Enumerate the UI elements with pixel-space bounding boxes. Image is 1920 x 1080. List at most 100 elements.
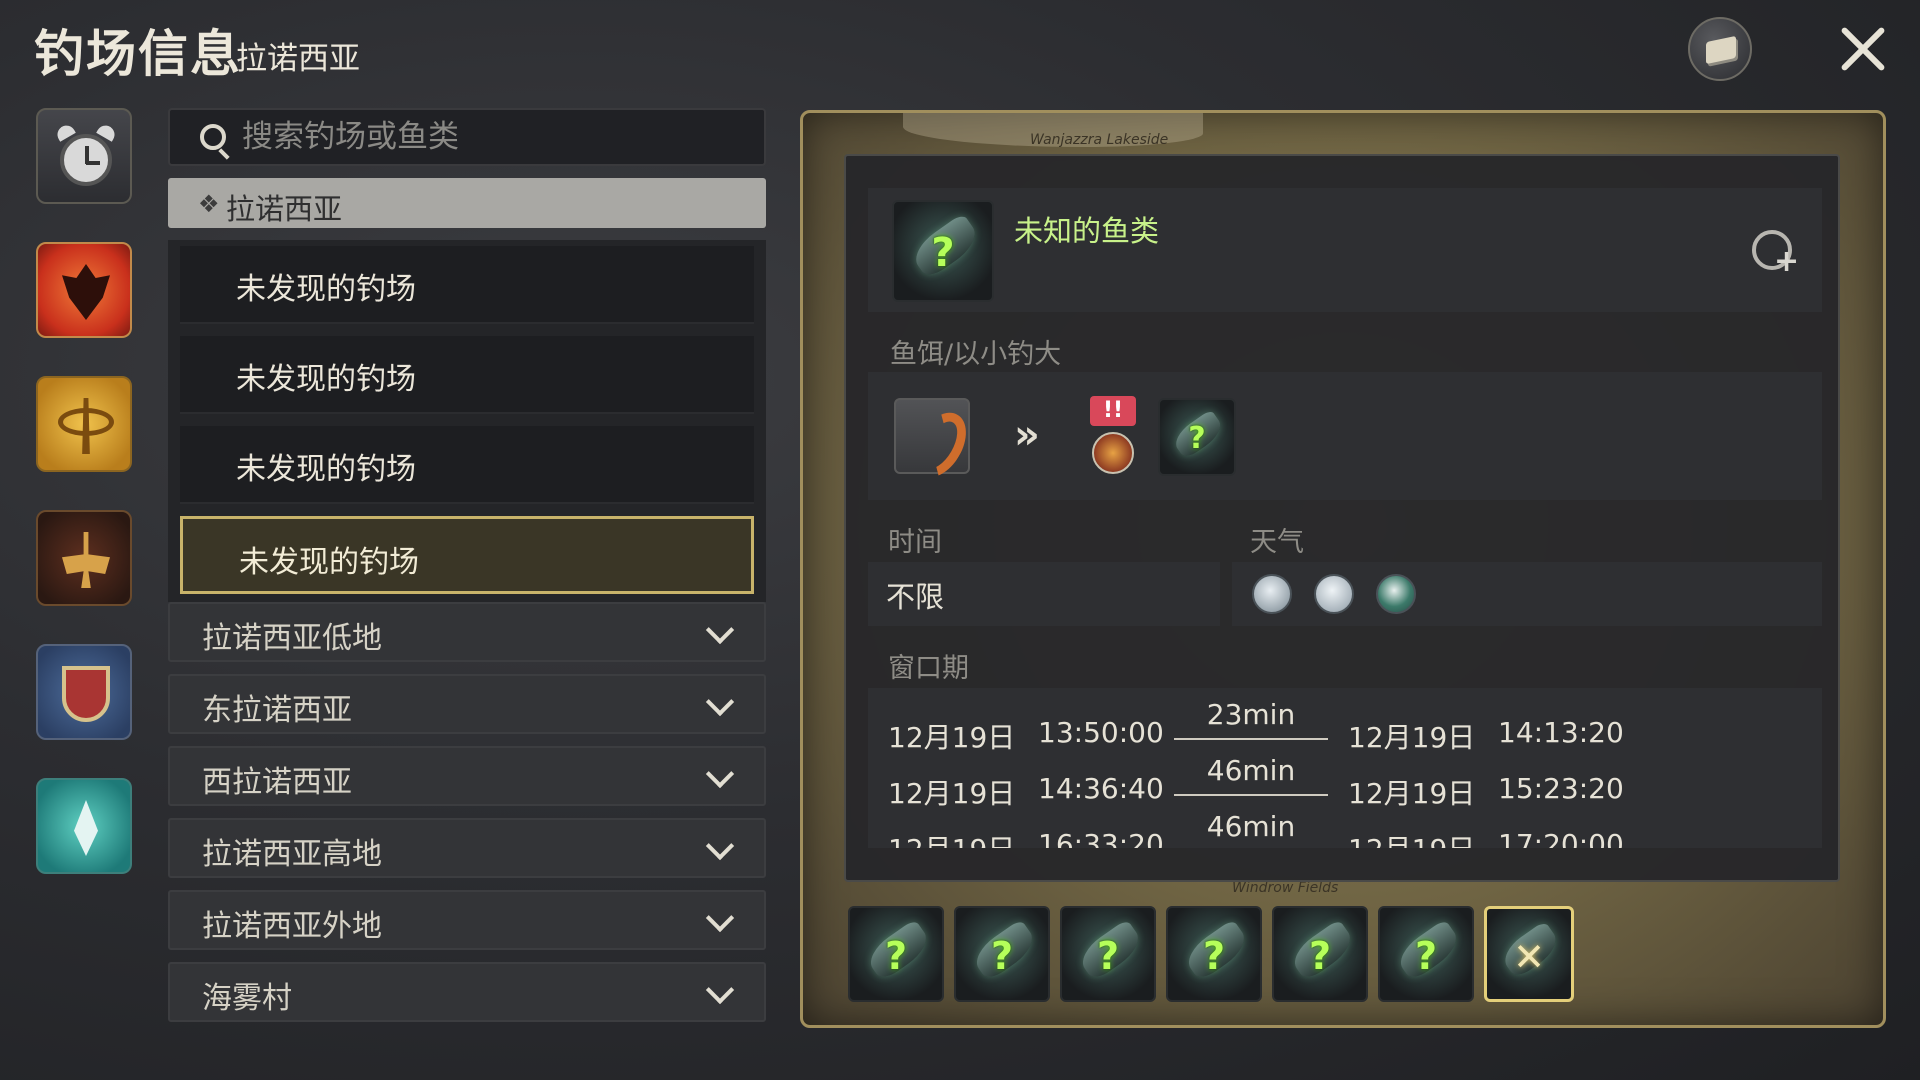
- fish-tile-mark: ?: [1096, 934, 1120, 978]
- start-time: 13:50:00: [1038, 716, 1164, 749]
- cloudy-icon: [1252, 574, 1292, 614]
- search-input[interactable]: [242, 110, 752, 164]
- chain-arrow-icon: »: [1014, 412, 1040, 458]
- region-marker-icon: ❖: [198, 190, 220, 218]
- chevron-down-icon: [705, 615, 735, 645]
- subregion-label: 拉诺西亚低地: [202, 621, 382, 656]
- chevron-down-icon: [705, 687, 735, 717]
- time-value: 不限: [886, 580, 945, 614]
- fish-header: [868, 188, 1822, 312]
- fish-tile[interactable]: ?: [1272, 906, 1368, 1002]
- end-time: 14:13:20: [1498, 716, 1624, 749]
- hookset-badge: !!: [1090, 396, 1136, 426]
- subregion-row[interactable]: 拉诺西亚高地: [168, 818, 766, 878]
- bait-chain-row: [868, 372, 1822, 500]
- clock-face: [60, 134, 112, 186]
- fish-tile[interactable]: ?: [1166, 906, 1262, 1002]
- subregion-row[interactable]: 拉诺西亚低地: [168, 602, 766, 662]
- end-time: 17:20:00: [1498, 828, 1624, 848]
- crest-emblem-ring: [58, 408, 114, 436]
- chevron-down-icon: [705, 975, 735, 1005]
- fishing-spot-item[interactable]: 未发现的钓场: [180, 336, 754, 414]
- fishing-spot-label: 未发现的钓场: [236, 362, 416, 397]
- crystal-icon[interactable]: [36, 778, 132, 874]
- fog-icon: [1314, 574, 1354, 614]
- end-date: 12月19日: [1348, 721, 1476, 754]
- book-icon[interactable]: [1688, 17, 1752, 81]
- window-row: 12月19日 13:50:00 23min 12月19日 14:13:20: [868, 698, 1822, 764]
- search-icon: [200, 124, 226, 150]
- limsa-lominsa-crest-icon[interactable]: [36, 242, 132, 338]
- subregion-label: 海雾村: [202, 981, 292, 1016]
- crystal-shape: [74, 800, 98, 856]
- map-place-label: Wanjazzra Lakeside: [1030, 132, 1169, 148]
- duration-line: [1174, 794, 1328, 796]
- page-title: 钓场信息: [34, 25, 242, 83]
- subregion-row[interactable]: 海雾村: [168, 962, 766, 1022]
- unknown-fish-icon: ?: [892, 200, 994, 302]
- fish-tile-mark: ?: [990, 934, 1014, 978]
- fish-tile[interactable]: ?: [954, 906, 1050, 1002]
- window-row: 12月19日 14:36:40 46min 12月19日 15:23:20: [868, 754, 1822, 820]
- fishing-spot-label: 未发现的钓场: [239, 545, 419, 580]
- window-duration: 46min: [1206, 810, 1296, 843]
- gridania-crest-icon[interactable]: [36, 376, 132, 472]
- end-date: 12月19日: [1348, 777, 1476, 810]
- fish-tile-mark: ?: [1414, 934, 1438, 978]
- end-time: 15:23:20: [1498, 772, 1624, 805]
- start-date: 12月19日: [888, 828, 1015, 848]
- uldah-crest-icon[interactable]: [36, 510, 132, 606]
- weather-box: [1232, 562, 1822, 626]
- window-duration: 23min: [1206, 698, 1296, 731]
- fish-tile-mark: ✕: [1513, 935, 1545, 979]
- subregion-label: 西拉诺西亚: [202, 765, 352, 800]
- subregion-label: 拉诺西亚外地: [202, 909, 382, 944]
- crest-emblem: [62, 264, 110, 320]
- powerful-hookset-icon: [1092, 432, 1134, 474]
- fish-tile-selected[interactable]: ✕: [1484, 906, 1574, 1002]
- close-icon[interactable]: [1832, 18, 1894, 80]
- region-header[interactable]: ❖ 拉诺西亚: [168, 178, 766, 228]
- window-duration: 46min: [1206, 754, 1296, 787]
- search-box[interactable]: [168, 108, 766, 166]
- wind-icon: [1376, 574, 1416, 614]
- subregion-row[interactable]: 东拉诺西亚: [168, 674, 766, 734]
- fishing-spot-item[interactable]: 未发现的钓场: [180, 426, 754, 504]
- fishing-spot-label: 未发现的钓场: [236, 272, 416, 307]
- subregion-row[interactable]: 拉诺西亚外地: [168, 890, 766, 950]
- window-row: 12月19日 16:33:20 46min 12月19日 17:20:00: [868, 810, 1822, 848]
- subregion-row[interactable]: 西拉诺西亚: [168, 746, 766, 806]
- duration-line: [1174, 738, 1328, 740]
- fishing-spot-item[interactable]: 未发现的钓场: [180, 246, 754, 324]
- fish-tile-mark: ?: [1202, 934, 1226, 978]
- chevron-down-icon: [705, 903, 735, 933]
- fishing-spot-item-selected[interactable]: 未发现的钓场: [180, 516, 754, 594]
- time-label: 时间: [888, 527, 942, 558]
- page-subtitle: 拉诺西亚: [236, 41, 360, 77]
- lugworm-icon[interactable]: [894, 398, 970, 474]
- start-date: 12月19日: [888, 721, 1016, 754]
- fishing-spot-list: 未发现的钓场 未发现的钓场 未发现的钓场 未发现的钓场: [168, 240, 766, 602]
- add-alarm-icon[interactable]: [1752, 230, 1799, 279]
- end-date: 12月19日: [1348, 828, 1475, 848]
- crest-emblem: [62, 666, 110, 722]
- weather-label: 天气: [1250, 527, 1304, 558]
- window-list: 12月19日 13:50:00 23min 12月19日 14:13:20 12…: [868, 688, 1822, 848]
- fishing-spot-label: 未发现的钓场: [236, 452, 416, 487]
- fish-name: 未知的鱼类: [1014, 214, 1160, 248]
- fish-tile[interactable]: ?: [1378, 906, 1474, 1002]
- window-section-label: 窗口期: [888, 653, 969, 684]
- start-date: 12月19日: [888, 777, 1016, 810]
- start-time: 16:33:20: [1038, 828, 1164, 848]
- time-value-box: 不限: [868, 562, 1220, 626]
- region-label: 拉诺西亚: [226, 192, 343, 226]
- unknown-fish-icon[interactable]: ?: [1158, 398, 1236, 476]
- fish-tile-mark: ?: [884, 934, 908, 978]
- start-time: 14:36:40: [1038, 772, 1164, 805]
- fish-tile[interactable]: ?: [848, 906, 944, 1002]
- grand-company-crest-icon[interactable]: [36, 644, 132, 740]
- alarm-clock-icon[interactable]: [36, 108, 132, 204]
- fish-question-mark: ?: [1188, 421, 1206, 456]
- subregion-label: 拉诺西亚高地: [202, 837, 382, 872]
- fish-tile[interactable]: ?: [1060, 906, 1156, 1002]
